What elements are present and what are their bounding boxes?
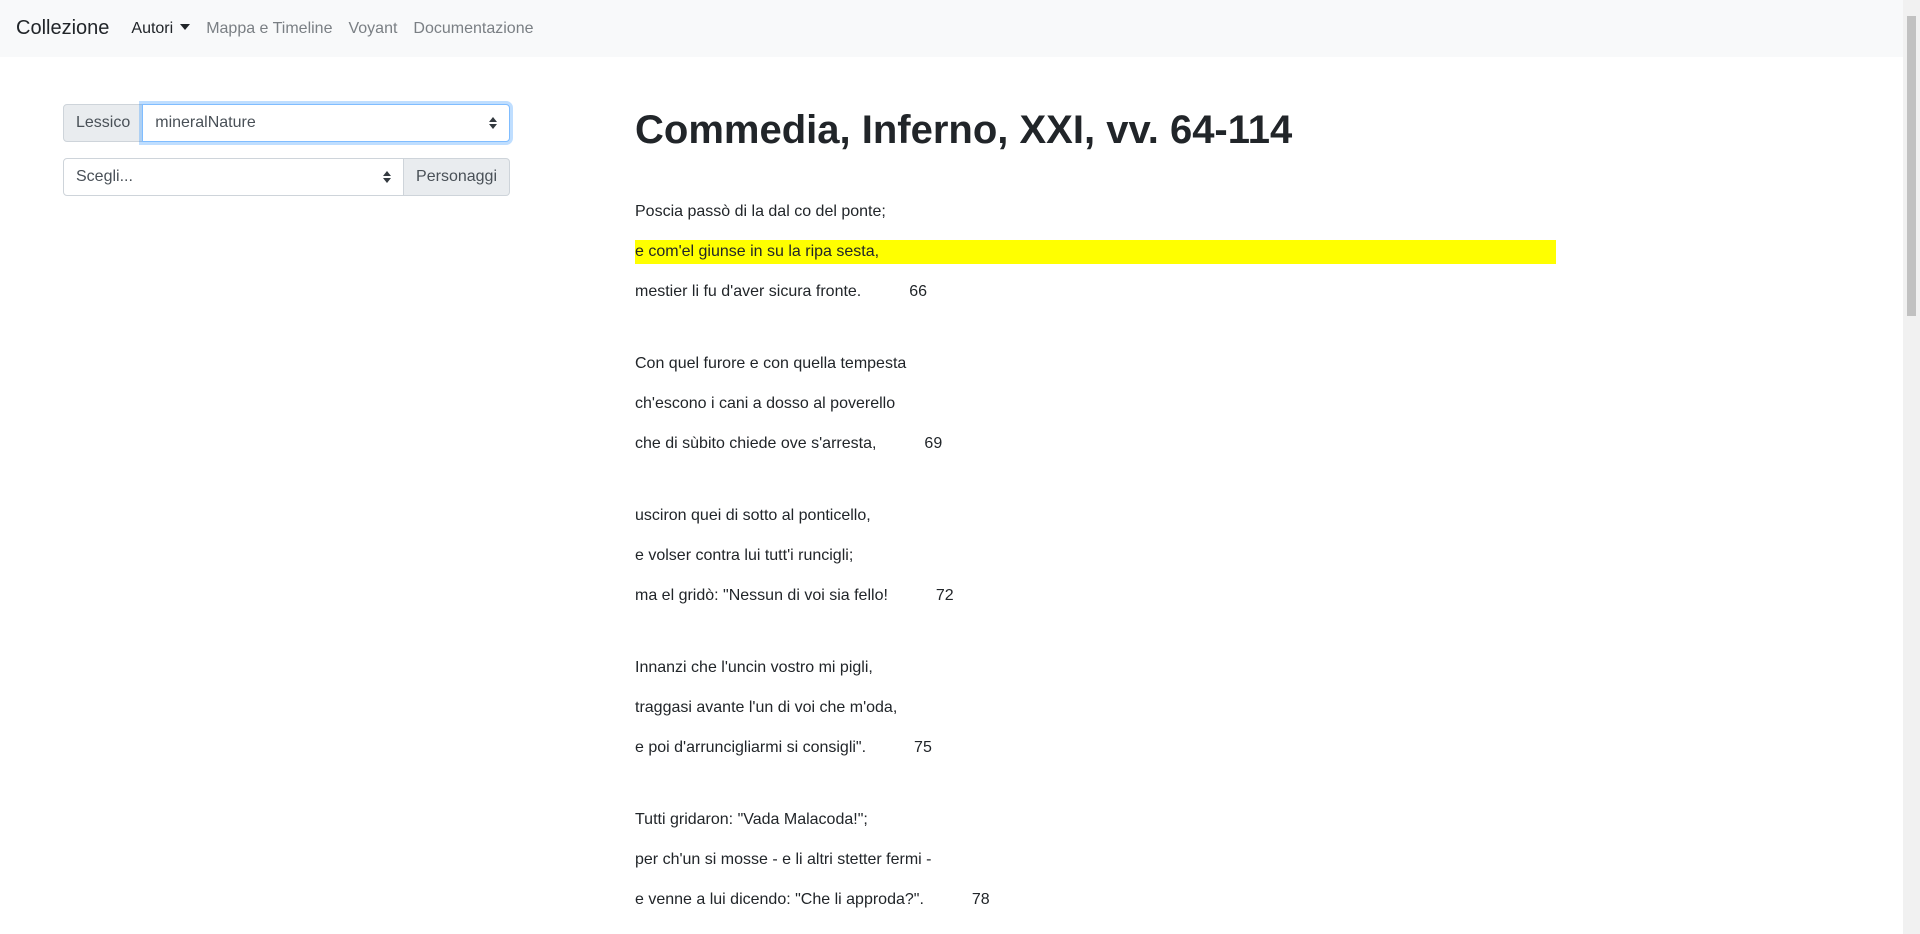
lessico-label: Lessico (63, 104, 144, 142)
personaggi-selected-value: Scegli... (76, 168, 133, 185)
stanza-gap (635, 472, 1556, 504)
verse-line: Con quel furore e con quella tempesta (635, 352, 1556, 376)
stanza-gap (635, 320, 1556, 352)
nav-voyant[interactable]: Voyant (348, 20, 397, 38)
verse-text: ch'escono i cani a dosso al poverello (635, 395, 896, 412)
verse-line: Innanzi che l'uncin vostro mi pigli, (635, 656, 1556, 680)
verse-text: mestier li fu d'aver sicura fronte. (635, 283, 862, 300)
nav-autori-dropdown[interactable]: Autori (131, 19, 191, 38)
verse-line: Poscia passò di la dal co del ponte; (635, 200, 1556, 224)
scrollbar-thumb[interactable] (1907, 16, 1916, 316)
nav-mappa-timeline[interactable]: Mappa e Timeline (206, 20, 332, 38)
select-arrows-icon (489, 117, 497, 129)
verse-line: e volser contra lui tutt'i runcigli; (635, 544, 1556, 568)
verse-number: 78 (971, 891, 990, 908)
verse-number: 72 (935, 587, 954, 604)
verse-line: e poi d'arruncigliarmi si consigli". 75 (635, 736, 1556, 760)
verse-text: e com'el giunse in su la ripa sesta, (635, 243, 880, 260)
personaggi-input-group: Scegli... Personaggi (63, 158, 510, 196)
caret-down-icon (180, 23, 191, 30)
stanza-gap (635, 776, 1556, 808)
verse-line: ch'escono i cani a dosso al poverello (635, 392, 1556, 416)
verse-text: usciron quei di sotto al ponticello, (635, 507, 871, 524)
verse-text: Innanzi che l'uncin vostro mi pigli, (635, 659, 873, 676)
verse-line: ma el gridò: "Nessun di voi sia fello! 72 (635, 584, 1556, 608)
vertical-scrollbar[interactable] (1903, 0, 1920, 934)
select-arrows-icon (383, 171, 392, 183)
lessico-selected-value: mineralNature (155, 114, 256, 131)
verse-text: e volser contra lui tutt'i runcigli; (635, 547, 854, 564)
verse-line: per ch'un si mosse - e li altri stetter … (635, 848, 1556, 872)
verse-line: che di sùbito chiede ove s'arresta, 69 (635, 432, 1556, 456)
verse-number: 69 (924, 435, 943, 452)
verse-line: mestier li fu d'aver sicura fronte. 66 (635, 280, 1556, 304)
nav-documentazione[interactable]: Documentazione (413, 20, 533, 38)
nav-autori-label: Autori (131, 19, 174, 37)
verse-text: che di sùbito chiede ove s'arresta, (635, 435, 877, 452)
verse-text: e venne a lui dicendo: "Che li approda?"… (635, 891, 924, 908)
verse-text: Con quel furore e con quella tempesta (635, 355, 907, 372)
verse-number: 75 (914, 739, 932, 756)
verse-line: e venne a lui dicendo: "Che li approda?"… (635, 888, 1556, 912)
lessico-input-group: Lessico mineralNature (63, 104, 510, 142)
verse-line: usciron quei di sotto al ponticello, (635, 504, 1556, 528)
verse-line: e com'el giunse in su la ripa sesta, (635, 240, 1556, 264)
lessico-select[interactable]: mineralNature (142, 104, 510, 142)
page-title: Commedia, Inferno, XXI, vv. 64-114 (635, 108, 1293, 152)
verse-line: traggasi avante l'un di voi che m'oda, (635, 696, 1556, 720)
verse-text: per ch'un si mosse - e li altri stetter … (635, 851, 932, 868)
verse-text: traggasi avante l'un di voi che m'oda, (635, 699, 898, 716)
stanza-gap (635, 624, 1556, 656)
verse-text: Poscia passò di la dal co del ponte; (635, 203, 886, 220)
verses-container: Poscia passò di la dal co del ponte; e co… (635, 200, 1556, 928)
top-navbar: Collezione Autori Mappa e Timeline Voyan… (0, 0, 1903, 57)
personaggi-select[interactable]: Scegli... (63, 158, 405, 196)
verse-number: 66 (909, 283, 928, 300)
brand-link[interactable]: Collezione (16, 17, 109, 40)
verse-text: ma el gridò: "Nessun di voi sia fello! (635, 587, 888, 604)
verse-text: Tutti gridaron: "Vada Malacoda!"; (635, 811, 868, 828)
verse-text: e poi d'arruncigliarmi si consigli". (635, 739, 867, 756)
verse-line: Tutti gridaron: "Vada Malacoda!"; (635, 808, 1556, 832)
personaggi-label: Personaggi (404, 158, 510, 196)
